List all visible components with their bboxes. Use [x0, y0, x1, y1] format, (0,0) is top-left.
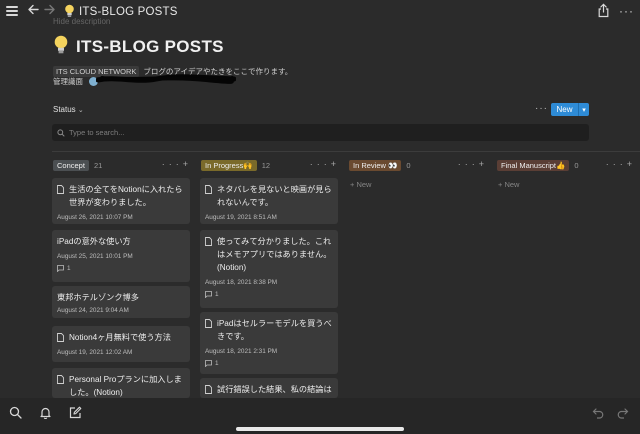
document-icon [205, 237, 213, 274]
column-header[interactable]: Concept 21 ···+ [53, 158, 193, 172]
page-lightbulb-icon[interactable] [53, 35, 69, 60]
forward-arrow-icon[interactable] [43, 3, 56, 16]
card-title: iPadの意外な使い方 [57, 237, 131, 246]
search-icon[interactable] [9, 406, 22, 424]
back-arrow-icon[interactable] [27, 3, 40, 16]
card[interactable]: 使ってみて分かりました。これはメモアプリではありません。(Notion) Aug… [200, 230, 338, 308]
card-title: iPadはセルラーモデルを買うべきです。 [217, 319, 332, 341]
card[interactable]: iPadはセルラーモデルを買うべきです。 August 18, 2021 2:3… [200, 312, 338, 374]
document-icon [57, 375, 65, 398]
home-indicator[interactable] [236, 427, 404, 431]
divider [52, 151, 640, 152]
column-pill[interactable]: In Progress🙌 [201, 159, 257, 171]
column-actions[interactable]: ···+ [458, 159, 488, 169]
column-actions[interactable]: ···+ [606, 159, 636, 169]
more-icon[interactable]: ··· [619, 5, 634, 17]
document-icon [205, 185, 213, 209]
new-card-button[interactable]: + New [349, 180, 489, 189]
card-date: August 26, 2021 10:07 PM [57, 214, 133, 221]
chevron-down-icon[interactable]: ▾ [578, 103, 589, 116]
card[interactable]: Personal Proプランに加入しました。(Notion) [52, 368, 190, 398]
search-input[interactable]: Type to search... [52, 124, 589, 141]
share-icon[interactable] [597, 3, 610, 18]
column-in-review: In Review 👀 0 ···+ + New [349, 158, 489, 189]
column-count: 21 [93, 160, 103, 170]
column-in-progress: In Progress🙌 12 ···+ [201, 158, 341, 172]
card-title: ネタバレを見ないと映画が見られないんです。 [217, 185, 332, 207]
card[interactable]: 試行錯誤した結果、私の結論は [200, 378, 338, 398]
compose-icon[interactable] [69, 406, 82, 424]
search-icon [57, 128, 65, 137]
column-count: 0 [406, 160, 411, 170]
new-button[interactable]: New ▾ [551, 103, 589, 116]
status-label: Status [53, 105, 76, 114]
card-title: 東邦ホテルゾンク博多 [57, 293, 139, 302]
column-header[interactable]: In Review 👀 0 ···+ [349, 158, 489, 172]
column-actions[interactable]: ···+ [310, 159, 340, 169]
card-title: Personal Proプランに加入しました。(Notion) [69, 375, 182, 397]
new-button-label: New [556, 105, 573, 114]
admin-label: 管理識面 [53, 77, 83, 86]
card-date: August 25, 2021 10:01 PM [57, 253, 133, 260]
document-icon [205, 319, 213, 343]
card-date: August 19, 2021 12:02 AM [57, 349, 133, 356]
comment-count: 1 [57, 265, 185, 272]
document-icon [57, 185, 65, 209]
card[interactable]: Notion4ヶ月無料で使う方法 August 19, 2021 12:02 A… [52, 326, 190, 362]
card-title: Notion4ヶ月無料で使う方法 [69, 333, 171, 342]
column-actions[interactable]: ···+ [162, 159, 192, 169]
undo-icon[interactable] [592, 406, 605, 424]
card-title: 生活の全てをNotionに入れたら世界が変わりました。 [69, 185, 183, 207]
column-count: 12 [261, 160, 271, 170]
hide-description-link[interactable]: Hide description [53, 17, 110, 26]
chevron-down-icon: ⌄ [77, 107, 84, 114]
column-final-manuscript: Final Manuscript👍 0 ···+ + New [497, 158, 637, 189]
card[interactable]: 東邦ホテルゾンク博多 August 24, 2021 9:04 AM [52, 286, 190, 318]
page-title[interactable]: ITS-BLOG POSTS [76, 37, 224, 57]
column-header[interactable]: Final Manuscript👍 0 ···+ [497, 158, 637, 172]
menu-icon[interactable] [6, 5, 18, 17]
card[interactable]: ネタバレを見ないと映画が見られないんです。 August 19, 2021 8:… [200, 178, 338, 224]
comment-icon [205, 291, 212, 298]
card-title: 試行錯誤した結果、私の結論は [217, 385, 332, 394]
toolbar-more-icon[interactable]: ··· [535, 103, 548, 114]
card[interactable]: 生活の全てをNotionに入れたら世界が変わりました。 August 26, 2… [52, 178, 190, 224]
column-pill[interactable]: In Review 👀 [349, 159, 402, 171]
new-card-button[interactable]: + New [497, 180, 637, 189]
card-date: August 18, 2021 2:31 PM [205, 348, 278, 355]
column-concept: Concept 21 ···+ [53, 158, 193, 172]
column-pill[interactable]: Concept [53, 159, 89, 171]
card[interactable]: iPadの意外な使い方 August 25, 2021 10:01 PM 1 [52, 230, 190, 282]
search-placeholder: Type to search... [69, 128, 125, 137]
column-pill[interactable]: Final Manuscript👍 [497, 159, 570, 171]
admin-row: 管理識面 [53, 76, 98, 87]
redaction-scribble [96, 74, 236, 84]
document-icon [205, 385, 213, 398]
comment-icon [57, 265, 64, 272]
bell-icon[interactable] [39, 406, 52, 424]
comment-count: 1 [205, 291, 333, 298]
card-date: August 19, 2021 8:51 AM [205, 214, 277, 221]
comment-icon [205, 360, 212, 367]
column-count: 0 [574, 160, 579, 170]
card-title: 使ってみて分かりました。これはメモアプリではありません。(Notion) [217, 237, 332, 272]
column-header[interactable]: In Progress🙌 12 ···+ [201, 158, 341, 172]
card-date: August 18, 2021 8:38 PM [205, 279, 278, 286]
redo-icon[interactable] [616, 406, 629, 424]
comment-count: 1 [205, 360, 333, 367]
card-date: August 24, 2021 9:04 AM [57, 307, 129, 314]
document-icon [57, 333, 65, 346]
status-view-selector[interactable]: Status ⌄ [53, 105, 84, 114]
